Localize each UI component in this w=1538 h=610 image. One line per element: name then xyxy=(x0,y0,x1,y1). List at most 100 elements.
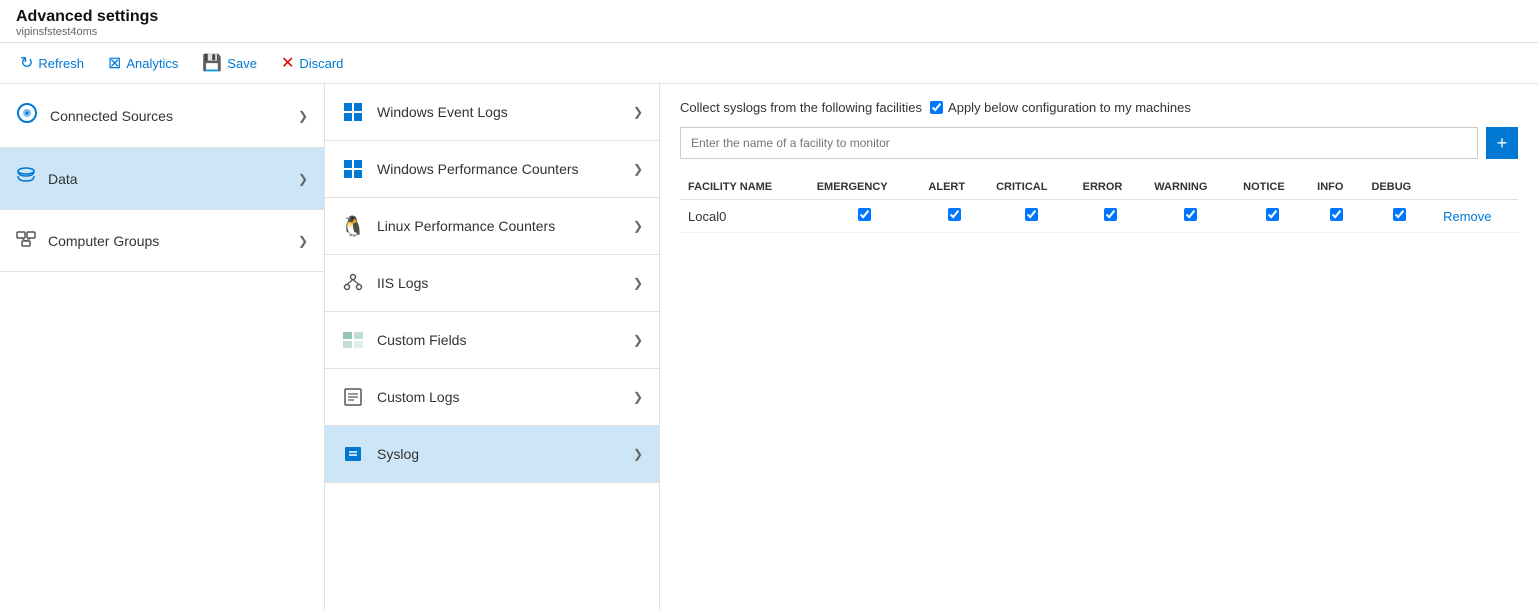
iis-logs-label: IIS Logs xyxy=(377,275,428,291)
col-error: ERROR xyxy=(1075,175,1147,200)
table-header-row: FACILITY NAME EMERGENCY ALERT CRITICAL E… xyxy=(680,175,1518,200)
remove-link[interactable]: Remove xyxy=(1443,209,1491,224)
info-checkbox[interactable] xyxy=(1330,208,1343,221)
checkbox-cell-alert[interactable] xyxy=(920,200,988,233)
collect-syslogs-text: Collect syslogs from the following facil… xyxy=(680,100,922,115)
col-info: INFO xyxy=(1309,175,1363,200)
custom-fields-chevron: ❯ xyxy=(633,333,643,347)
windows-perf-counters-label: Windows Performance Counters xyxy=(377,161,579,177)
apply-checkbox[interactable] xyxy=(930,101,943,114)
main-layout: Connected Sources ❯ Data ❯ xyxy=(0,84,1538,610)
discard-label: Discard xyxy=(299,56,343,71)
sidebar-item-computer-groups[interactable]: Computer Groups ❯ xyxy=(0,210,324,272)
windows-event-logs-chevron: ❯ xyxy=(633,105,643,119)
windows-event-logs-icon xyxy=(341,100,365,124)
middle-panel: Windows Event Logs ❯ Windows Performance… xyxy=(325,84,660,610)
custom-logs-label: Custom Logs xyxy=(377,389,459,405)
refresh-label: Refresh xyxy=(38,56,84,71)
apply-text: Apply below configuration to my machines xyxy=(948,100,1191,115)
checkbox-cell-info[interactable] xyxy=(1309,200,1363,233)
checkbox-cell-notice[interactable] xyxy=(1235,200,1309,233)
connected-sources-chevron: ❯ xyxy=(298,109,308,123)
syslog-icon xyxy=(341,442,365,466)
col-emergency: EMERGENCY xyxy=(809,175,921,200)
app-title: Advanced settings xyxy=(16,8,1522,26)
facility-input[interactable] xyxy=(680,127,1478,159)
analytics-button[interactable]: ⊠ Analytics xyxy=(104,51,182,75)
sidebar-item-connected-sources-label: Connected Sources xyxy=(50,108,173,124)
warning-checkbox[interactable] xyxy=(1184,208,1197,221)
col-warning: WARNING xyxy=(1146,175,1235,200)
add-facility-button[interactable]: + xyxy=(1486,127,1518,159)
windows-perf-counters-chevron: ❯ xyxy=(633,162,643,176)
col-action xyxy=(1435,175,1518,200)
checkbox-cell-warning[interactable] xyxy=(1146,200,1235,233)
menu-item-windows-perf-counters[interactable]: Windows Performance Counters ❯ xyxy=(325,141,659,198)
alert-checkbox[interactable] xyxy=(948,208,961,221)
menu-item-linux-perf-counters[interactable]: 🐧 Linux Performance Counters ❯ xyxy=(325,198,659,255)
custom-logs-icon xyxy=(341,385,365,409)
col-critical: CRITICAL xyxy=(988,175,1075,200)
menu-item-syslog[interactable]: Syslog ❯ xyxy=(325,426,659,483)
checkbox-cell-emergency[interactable] xyxy=(809,200,921,233)
emergency-checkbox[interactable] xyxy=(858,208,871,221)
notice-checkbox[interactable] xyxy=(1266,208,1279,221)
critical-checkbox[interactable] xyxy=(1025,208,1038,221)
analytics-label: Analytics xyxy=(126,56,178,71)
syslog-header: Collect syslogs from the following facil… xyxy=(680,100,1518,115)
sidebar: Connected Sources ❯ Data ❯ xyxy=(0,84,325,610)
page-header: Advanced settings vipinsfstest4oms xyxy=(0,0,1538,43)
data-icon xyxy=(16,166,36,191)
computer-groups-icon xyxy=(16,228,36,253)
menu-item-iis-logs[interactable]: IIS Logs ❯ xyxy=(325,255,659,312)
debug-checkbox[interactable] xyxy=(1393,208,1406,221)
col-debug: DEBUG xyxy=(1363,175,1435,200)
menu-item-windows-event-logs[interactable]: Windows Event Logs ❯ xyxy=(325,84,659,141)
menu-item-custom-logs[interactable]: Custom Logs ❯ xyxy=(325,369,659,426)
connected-sources-icon xyxy=(16,102,38,129)
computer-groups-chevron: ❯ xyxy=(298,234,308,248)
error-checkbox[interactable] xyxy=(1104,208,1117,221)
data-chevron: ❯ xyxy=(298,172,308,186)
refresh-button[interactable]: ↻ Refresh xyxy=(16,51,88,75)
sidebar-item-data[interactable]: Data ❯ xyxy=(0,148,324,210)
sidebar-item-data-label: Data xyxy=(48,171,78,187)
save-label: Save xyxy=(227,56,257,71)
checkbox-cell-debug[interactable] xyxy=(1363,200,1435,233)
iis-logs-icon xyxy=(341,271,365,295)
col-notice: NOTICE xyxy=(1235,175,1309,200)
linux-perf-counters-icon: 🐧 xyxy=(341,214,365,238)
table-row: Local0 Remove xyxy=(680,200,1518,233)
discard-button[interactable]: ✕ Discard xyxy=(277,51,347,75)
menu-item-custom-fields[interactable]: Custom Fields ❯ xyxy=(325,312,659,369)
windows-event-logs-label: Windows Event Logs xyxy=(377,104,508,120)
col-facility-name: FACILITY NAME xyxy=(680,175,809,200)
sidebar-item-connected-sources[interactable]: Connected Sources ❯ xyxy=(0,84,324,148)
checkbox-cell-critical[interactable] xyxy=(988,200,1075,233)
col-alert: ALERT xyxy=(920,175,988,200)
custom-fields-label: Custom Fields xyxy=(377,332,466,348)
app-subtitle: vipinsfstest4oms xyxy=(16,26,1522,38)
save-button[interactable]: 💾 Save xyxy=(198,51,261,75)
iis-logs-chevron: ❯ xyxy=(633,276,643,290)
syslog-label: Syslog xyxy=(377,446,419,462)
content-panel: Collect syslogs from the following facil… xyxy=(660,84,1538,610)
analytics-icon: ⊠ xyxy=(108,53,121,73)
remove-cell[interactable]: Remove xyxy=(1435,200,1518,233)
checkbox-cell-error[interactable] xyxy=(1075,200,1147,233)
save-icon: 💾 xyxy=(202,53,222,73)
discard-icon: ✕ xyxy=(281,53,294,73)
facility-table: FACILITY NAME EMERGENCY ALERT CRITICAL E… xyxy=(680,175,1518,233)
sidebar-item-computer-groups-label: Computer Groups xyxy=(48,233,159,249)
custom-fields-icon xyxy=(341,328,365,352)
linux-perf-counters-label: Linux Performance Counters xyxy=(377,218,555,234)
windows-perf-counters-icon xyxy=(341,157,365,181)
toolbar: ↻ Refresh ⊠ Analytics 💾 Save ✕ Discard xyxy=(0,43,1538,84)
apply-label[interactable]: Apply below configuration to my machines xyxy=(930,100,1191,115)
refresh-icon: ↻ xyxy=(20,53,33,73)
custom-logs-chevron: ❯ xyxy=(633,390,643,404)
facility-input-row: + xyxy=(680,127,1518,159)
syslog-chevron: ❯ xyxy=(633,447,643,461)
facility-name-cell: Local0 xyxy=(680,200,809,233)
linux-perf-counters-chevron: ❯ xyxy=(633,219,643,233)
